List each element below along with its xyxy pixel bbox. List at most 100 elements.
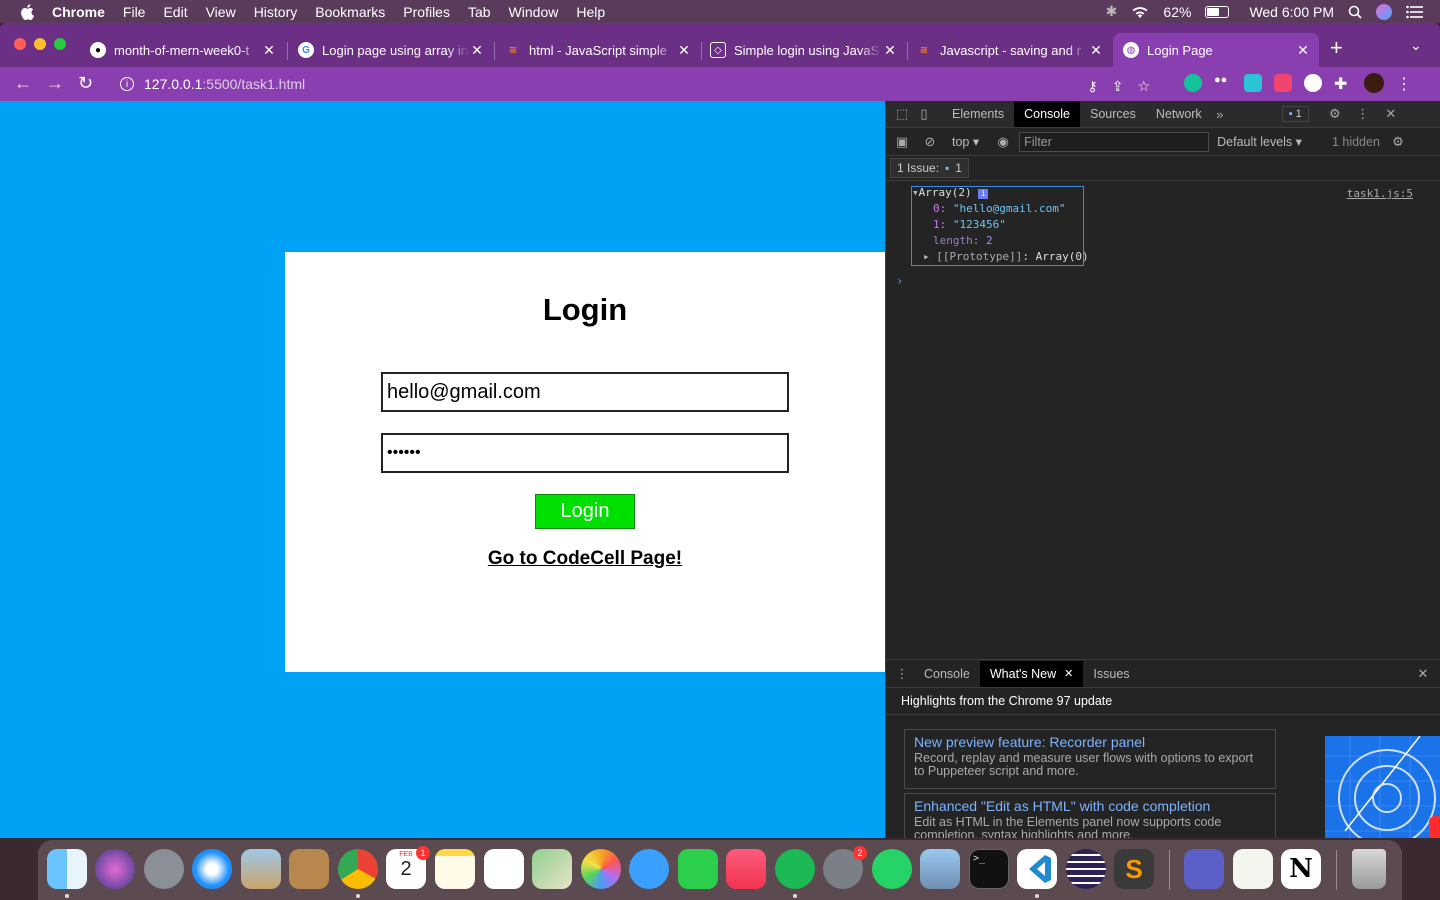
feature-card-edit-html[interactable]: Enhanced "Edit as HTML" with code comple… <box>904 793 1276 838</box>
password-input[interactable]: •••••• <box>381 433 789 473</box>
devtools-more-icon[interactable]: ⋮ <box>1355 106 1371 121</box>
close-drawer-tab-icon[interactable]: ✕ <box>1064 667 1073 680</box>
photos-icon[interactable] <box>581 849 621 889</box>
tab-javascript-saving[interactable]: ≋ Javascript - saving and r ✕ <box>906 33 1112 67</box>
drawer-tab-issues[interactable]: Issues <box>1083 661 1139 687</box>
close-window-button[interactable] <box>14 38 26 50</box>
tab-login-page-active[interactable]: ◍ Login Page ✕ <box>1113 33 1319 67</box>
sublime-icon[interactable]: S <box>1114 849 1154 889</box>
menu-help[interactable]: Help <box>576 4 605 20</box>
email-input[interactable]: hello@gmail.com <box>381 372 789 412</box>
close-tab-icon[interactable]: ✕ <box>676 42 692 59</box>
array-header[interactable]: ▾Array(2) i <box>912 186 989 199</box>
bookmark-star-icon[interactable]: ☆ <box>1137 78 1150 95</box>
tab-network[interactable]: Network <box>1146 101 1212 127</box>
drawer-tab-whats-new[interactable]: What's New ✕ <box>979 660 1084 687</box>
site-info-icon[interactable]: i <box>120 77 134 91</box>
close-tab-icon[interactable]: ✕ <box>882 42 898 59</box>
siri-icon[interactable] <box>95 849 135 889</box>
log-levels-select[interactable]: Default levels ▾ <box>1217 134 1302 149</box>
address-bar[interactable]: i 127.0.0.1:5500/task1.html ⚷ ⇪ ☆ <box>110 70 1170 98</box>
reminders-icon[interactable] <box>484 849 524 889</box>
menu-profiles[interactable]: Profiles <box>403 4 450 20</box>
terminal-icon[interactable]: >_ <box>969 849 1009 889</box>
tab-html-js-simple[interactable]: ≋ html - JavaScript simple ✕ <box>495 33 700 67</box>
grammarly-icon[interactable] <box>1184 74 1202 92</box>
issues-chip[interactable]: 1 Issue: ▪ 1 <box>890 158 969 178</box>
safari-icon[interactable] <box>192 849 232 889</box>
live-expression-eye-icon[interactable]: ◉ <box>995 134 1011 149</box>
chrome-menu-icon[interactable]: ⋮ <box>1396 74 1414 93</box>
share-icon[interactable]: ⇪ <box>1112 78 1124 95</box>
close-tab-icon[interactable]: ✕ <box>1295 42 1311 59</box>
tab-simple-login[interactable]: ◇ Simple login using JavaS ✕ <box>700 33 906 67</box>
maps-icon[interactable] <box>532 849 572 889</box>
contacts-icon[interactable] <box>289 849 329 889</box>
menu-clock[interactable]: Wed 6:00 PM <box>1249 4 1334 20</box>
facetime-icon[interactable] <box>678 849 718 889</box>
codecell-page-link[interactable]: Go to CodeCell Page! <box>285 548 885 570</box>
tab-search-chevron-icon[interactable]: ⌄ <box>1410 37 1422 54</box>
source-link[interactable]: task1.js:5 <box>1347 187 1413 200</box>
menu-edit[interactable]: Edit <box>163 4 187 20</box>
menu-window[interactable]: Window <box>509 4 559 20</box>
login-button[interactable]: Login <box>535 494 635 529</box>
tab-sources[interactable]: Sources <box>1080 101 1146 127</box>
notion-icon[interactable]: N <box>1281 849 1321 889</box>
bluetooth-icon[interactable]: ✱ <box>1106 3 1118 20</box>
menu-bookmarks[interactable]: Bookmarks <box>315 4 385 20</box>
console-prompt-chevron-icon[interactable]: › <box>896 274 903 288</box>
extension-eyes-icon[interactable]: ●● <box>1214 74 1232 92</box>
message-badge[interactable]: ▪ 1 <box>1281 106 1309 122</box>
vscode-icon[interactable] <box>1017 849 1057 889</box>
new-tab-plus-icon[interactable]: + <box>1330 35 1343 61</box>
inspect-element-icon[interactable]: ⬚ <box>894 106 910 121</box>
extension-brush-icon[interactable] <box>1244 74 1262 92</box>
devtools-close-icon[interactable]: ✕ <box>1383 106 1399 121</box>
menu-view[interactable]: View <box>206 4 236 20</box>
preview-icon[interactable] <box>920 849 960 889</box>
teams-icon[interactable] <box>1184 849 1224 889</box>
mail-icon[interactable] <box>241 849 281 889</box>
close-tab-icon[interactable]: ✕ <box>469 42 485 59</box>
extensions-puzzle-icon[interactable]: ✚ <box>1334 74 1352 93</box>
tab-console[interactable]: Console <box>1014 101 1080 127</box>
whatsapp-icon[interactable] <box>872 849 912 889</box>
launchpad-icon[interactable] <box>144 849 184 889</box>
profile-avatar[interactable] <box>1364 73 1384 93</box>
music-icon[interactable] <box>726 849 766 889</box>
siri-icon[interactable] <box>1376 3 1392 20</box>
tab-month-of-mern[interactable]: ● month-of-mern-week0-t ✕ <box>80 33 285 67</box>
menu-app-name[interactable]: Chrome <box>52 4 105 20</box>
apple-icon[interactable] <box>20 3 34 20</box>
trash-icon[interactable] <box>1352 849 1386 889</box>
finder-icon[interactable] <box>47 849 87 889</box>
tab-login-page-array[interactable]: G Login page using array in ✕ <box>288 33 493 67</box>
back-arrow-icon[interactable]: ← <box>14 73 32 94</box>
array-prototype[interactable]: ▸ [[Prototype]]: Array(0) <box>923 250 1089 263</box>
tab-elements[interactable]: Elements <box>942 101 1014 127</box>
chrome-icon[interactable] <box>338 849 378 889</box>
devtools-settings-gear-icon[interactable]: ⚙ <box>1327 106 1343 121</box>
sidebar-toggle-icon[interactable]: ▣ <box>894 134 910 149</box>
close-drawer-icon[interactable]: ✕ <box>1415 666 1431 681</box>
console-settings-gear-icon[interactable]: ⚙ <box>1390 134 1406 149</box>
menu-tab[interactable]: Tab <box>468 4 491 20</box>
menu-file[interactable]: File <box>123 4 146 20</box>
eclipse-icon[interactable] <box>1066 849 1106 889</box>
extension-globe-icon[interactable] <box>1304 74 1322 92</box>
battery-icon[interactable] <box>1205 5 1230 18</box>
extension-rss-icon[interactable] <box>1274 74 1292 92</box>
reload-icon[interactable]: ↻ <box>78 73 93 94</box>
close-tab-icon[interactable]: ✕ <box>1088 42 1104 59</box>
clear-console-icon[interactable]: ⊘ <box>922 134 938 149</box>
zoom-window-button[interactable] <box>54 38 66 50</box>
device-toolbar-icon[interactable]: ▯ <box>916 106 932 121</box>
spotlight-search-icon[interactable] <box>1348 5 1362 19</box>
forward-arrow-icon[interactable]: → <box>46 73 64 94</box>
close-tab-icon[interactable]: ✕ <box>261 42 277 59</box>
context-select[interactable]: top ▾ <box>952 134 979 149</box>
feature-card-recorder[interactable]: New preview feature: Recorder panel Reco… <box>904 729 1276 789</box>
textedit-icon[interactable] <box>1233 849 1273 889</box>
menu-history[interactable]: History <box>254 4 298 20</box>
